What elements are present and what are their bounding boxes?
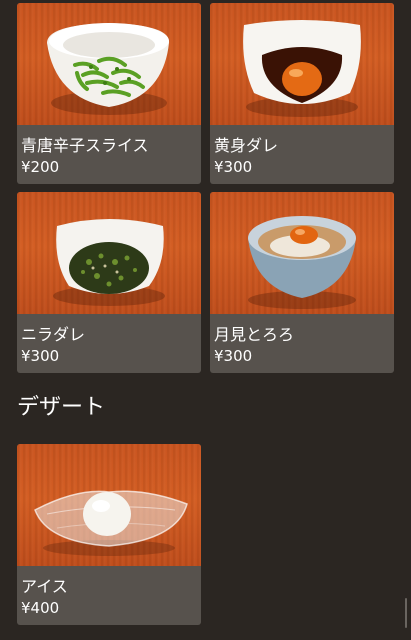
menu-item-card[interactable]: アイス ¥400 [17,444,201,625]
menu-item-card[interactable]: 青唐辛子スライス ¥200 [17,3,201,184]
ice-cream-photo [17,444,201,566]
menu-item-price: ¥400 [21,599,60,617]
tsukimi-tororo-photo [210,192,394,314]
menu-item-price: ¥300 [214,347,253,365]
menu-item-card[interactable]: ニラダレ ¥300 [17,192,201,373]
menu-item-price: ¥300 [21,347,60,365]
sliced-green-chili-photo [17,3,201,125]
section-title-dessert: デザート [17,395,106,420]
menu-item-price: ¥300 [214,158,253,176]
menu-item-name: アイス [21,577,68,596]
egg-yolk-sauce-photo [210,3,394,125]
menu-item-name: 月見とろろ [214,325,295,344]
menu-grid-toppings: 青唐辛子スライス ¥200 黄身ダレ ¥300 ニラダレ ¥300 月見とろろ … [17,3,394,373]
menu-item-card[interactable]: 黄身ダレ ¥300 [210,3,394,184]
scrollbar[interactable] [405,598,407,628]
menu-item-name: 黄身ダレ [214,136,279,155]
menu-item-name: ニラダレ [21,325,86,344]
chive-sauce-photo [17,192,201,314]
menu-grid-dessert: アイス ¥400 [17,444,394,625]
menu-item-price: ¥200 [21,158,60,176]
menu-item-card[interactable]: 月見とろろ ¥300 [210,192,394,373]
menu-item-name: 青唐辛子スライス [21,136,149,155]
